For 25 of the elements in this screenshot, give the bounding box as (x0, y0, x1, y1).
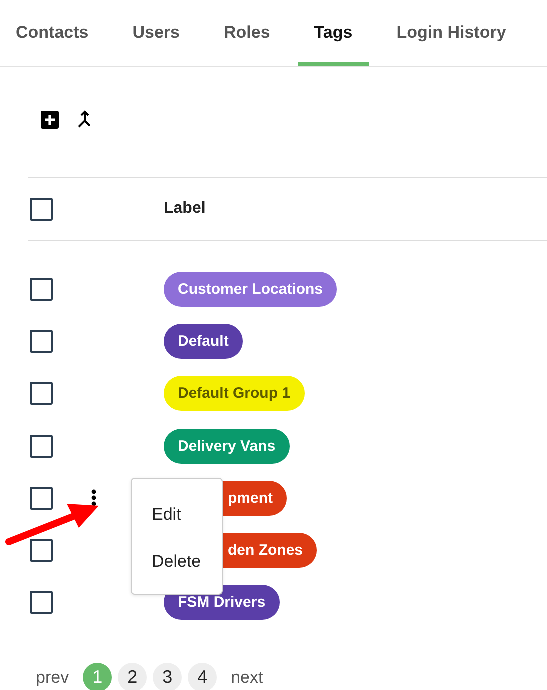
column-header: Label (164, 200, 206, 218)
checkbox[interactable] (30, 198, 53, 220)
tab[interactable]: Users (116, 0, 196, 66)
more-icon[interactable] (91, 489, 97, 508)
checkbox[interactable] (30, 591, 53, 614)
tab[interactable]: Tags (298, 0, 369, 66)
checkbox[interactable] (30, 486, 53, 510)
checkbox[interactable] (30, 382, 53, 406)
add-icon[interactable] (40, 110, 60, 130)
checkbox[interactable] (30, 278, 53, 301)
page-button[interactable]: 4 (188, 663, 218, 690)
checkbox[interactable] (30, 434, 53, 458)
checkbox[interactable] (30, 330, 53, 353)
tab[interactable]: Roles (208, 0, 286, 66)
tag: Default Group 1 (164, 376, 305, 412)
tab[interactable]: Login History (380, 0, 522, 66)
next-link[interactable]: next (231, 668, 264, 688)
page-button[interactable]: 2 (118, 663, 148, 690)
page-button[interactable]: 3 (153, 663, 182, 690)
tag: Delivery Vans (164, 428, 290, 464)
prev-link[interactable]: prev (36, 668, 70, 688)
tag: Default (164, 324, 243, 359)
tag: Customer Locations (164, 272, 338, 307)
tab[interactable]: Contacts (0, 0, 105, 66)
checkbox[interactable] (30, 539, 53, 562)
